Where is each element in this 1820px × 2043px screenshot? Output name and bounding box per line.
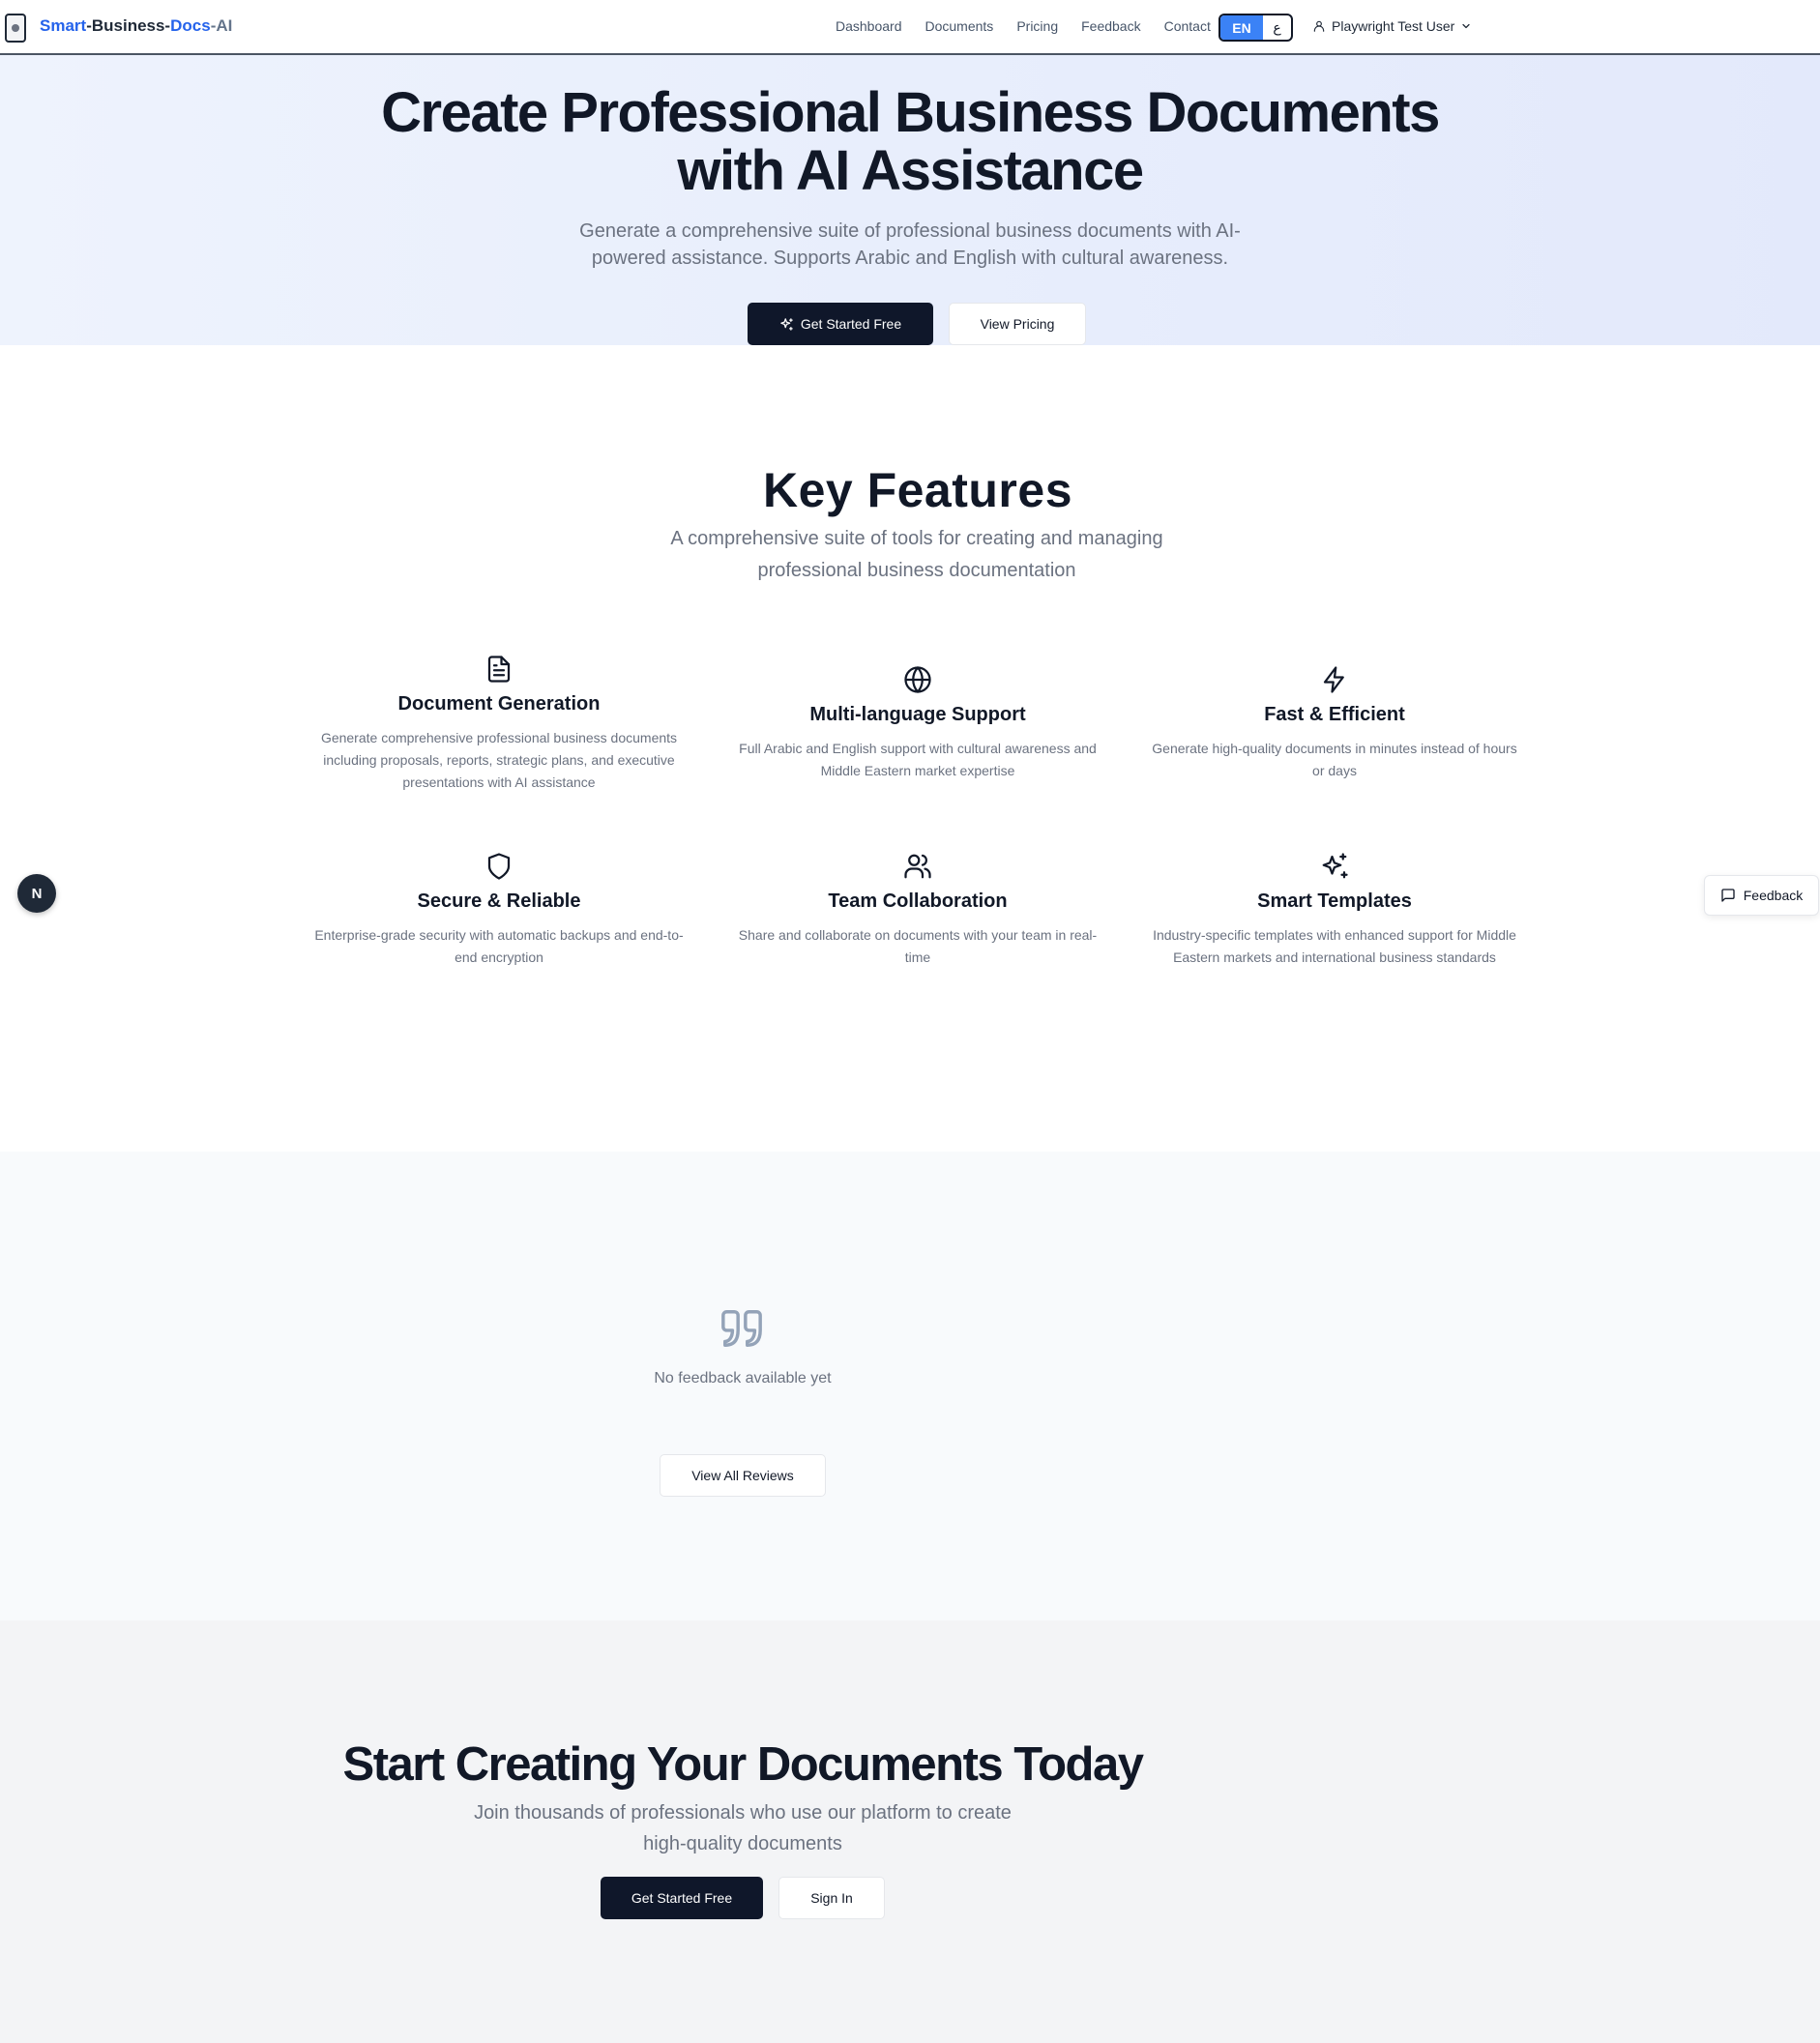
feature-description: Enterprise-grade security with automatic… [314, 927, 684, 965]
hero-subtitle: Generate a comprehensive suite of profes… [579, 220, 1241, 269]
nav-feedback[interactable]: Feedback [1081, 18, 1140, 34]
sign-in-button[interactable]: Sign In [778, 1877, 885, 1919]
hero-title-line1: Create Professional Business Documents [381, 81, 1440, 144]
nav-documents[interactable]: Documents [925, 18, 994, 34]
hero-title: Create Professional Business Documents w… [0, 84, 1820, 200]
user-icon [1313, 20, 1325, 32]
no-feedback-text: No feedback available yet [654, 1370, 832, 1386]
sparkles-icon [1322, 853, 1348, 879]
feature-title: Fast & Efficient [1264, 704, 1405, 725]
shield-icon [487, 853, 511, 880]
feature-card: Multi-language Support Full Arabic and E… [729, 665, 1106, 782]
feature-description: Generate comprehensive professional busi… [320, 730, 678, 790]
view-pricing-button[interactable]: View Pricing [949, 303, 1086, 345]
brand-part-ai: -AI [210, 16, 233, 35]
feature-card: Fast & Efficient Generate high-quality d… [1146, 665, 1523, 782]
user-menu-button[interactable]: Playwright Test User [1312, 18, 1472, 34]
document-icon [487, 656, 511, 683]
logo-icon[interactable] [5, 14, 26, 43]
users-icon [904, 854, 931, 879]
top-navbar: Smart-Business-Docs-AI Dashboard Documen… [0, 0, 1820, 55]
feature-title: Smart Templates [1257, 890, 1412, 912]
feature-title: Secure & Reliable [417, 890, 581, 912]
hero-title-line2: with AI Assistance [677, 139, 1144, 202]
cta-title: Start Creating Your Documents Today [342, 1738, 1144, 1791]
feature-description: Industry-specific templates with enhance… [1153, 927, 1516, 965]
cta-subtitle: Join thousands of professionals who use … [474, 1802, 1012, 1854]
lang-en-button[interactable]: EN [1220, 15, 1263, 40]
hero-section: Create Professional Business Documents w… [0, 55, 1820, 345]
globe-icon [904, 666, 931, 693]
view-all-reviews-button[interactable]: View All Reviews [660, 1454, 826, 1497]
cta-section: Start Creating Your Documents Today Join… [0, 1620, 1820, 2043]
brand-part-smart: Smart [40, 16, 87, 35]
features-title: Key Features [762, 463, 1073, 517]
feature-description: Share and collaborate on documents with … [738, 927, 1098, 965]
features-subtitle: A comprehensive suite of tools for creat… [670, 528, 1163, 581]
feature-card: Secure & Reliable Enterprise-grade secur… [310, 852, 688, 969]
nav-dashboard[interactable]: Dashboard [836, 18, 902, 34]
feature-title: Document Generation [397, 693, 601, 715]
testimonials-section: No feedback available yet View All Revie… [0, 1152, 1820, 1620]
feedback-floating-button[interactable]: Feedback [1704, 875, 1819, 916]
message-icon [1721, 889, 1735, 902]
feature-title: Multi-language Support [809, 704, 1026, 725]
brand-part-docs: Docs [170, 16, 211, 35]
brand-part-business: -Business- [86, 16, 171, 35]
get-started-button[interactable]: Get Started Free [748, 303, 933, 345]
main-nav: Dashboard Documents Pricing Feedback Con… [836, 18, 1211, 34]
feature-card: Document Generation Generate comprehensi… [310, 655, 688, 794]
feedback-floating-label: Feedback [1743, 888, 1804, 903]
nextjs-dev-badge[interactable]: N [17, 874, 56, 913]
feature-description: Generate high-quality documents in minut… [1152, 741, 1517, 778]
feature-card: Team Collaboration Share and collaborate… [729, 852, 1106, 969]
feature-description: Full Arabic and English support with cul… [739, 741, 1097, 778]
get-started-label: Get Started Free [800, 316, 902, 332]
lightning-icon [1323, 666, 1344, 693]
feature-card: Smart Templates Industry-specific templa… [1146, 852, 1523, 969]
sparkles-icon [780, 317, 793, 331]
brand-logo-text[interactable]: Smart-Business-Docs-AI [40, 16, 232, 36]
chevron-down-icon [1462, 23, 1470, 29]
language-switcher: EN ع [1218, 14, 1293, 42]
user-name: Playwright Test User [1332, 18, 1455, 34]
lang-ar-button[interactable]: ع [1263, 15, 1291, 40]
quote-icon [721, 1310, 762, 1347]
nav-pricing[interactable]: Pricing [1016, 18, 1058, 34]
feature-title: Team Collaboration [828, 890, 1008, 912]
cta-get-started-button[interactable]: Get Started Free [601, 1877, 763, 1919]
nav-contact[interactable]: Contact [1164, 18, 1211, 34]
